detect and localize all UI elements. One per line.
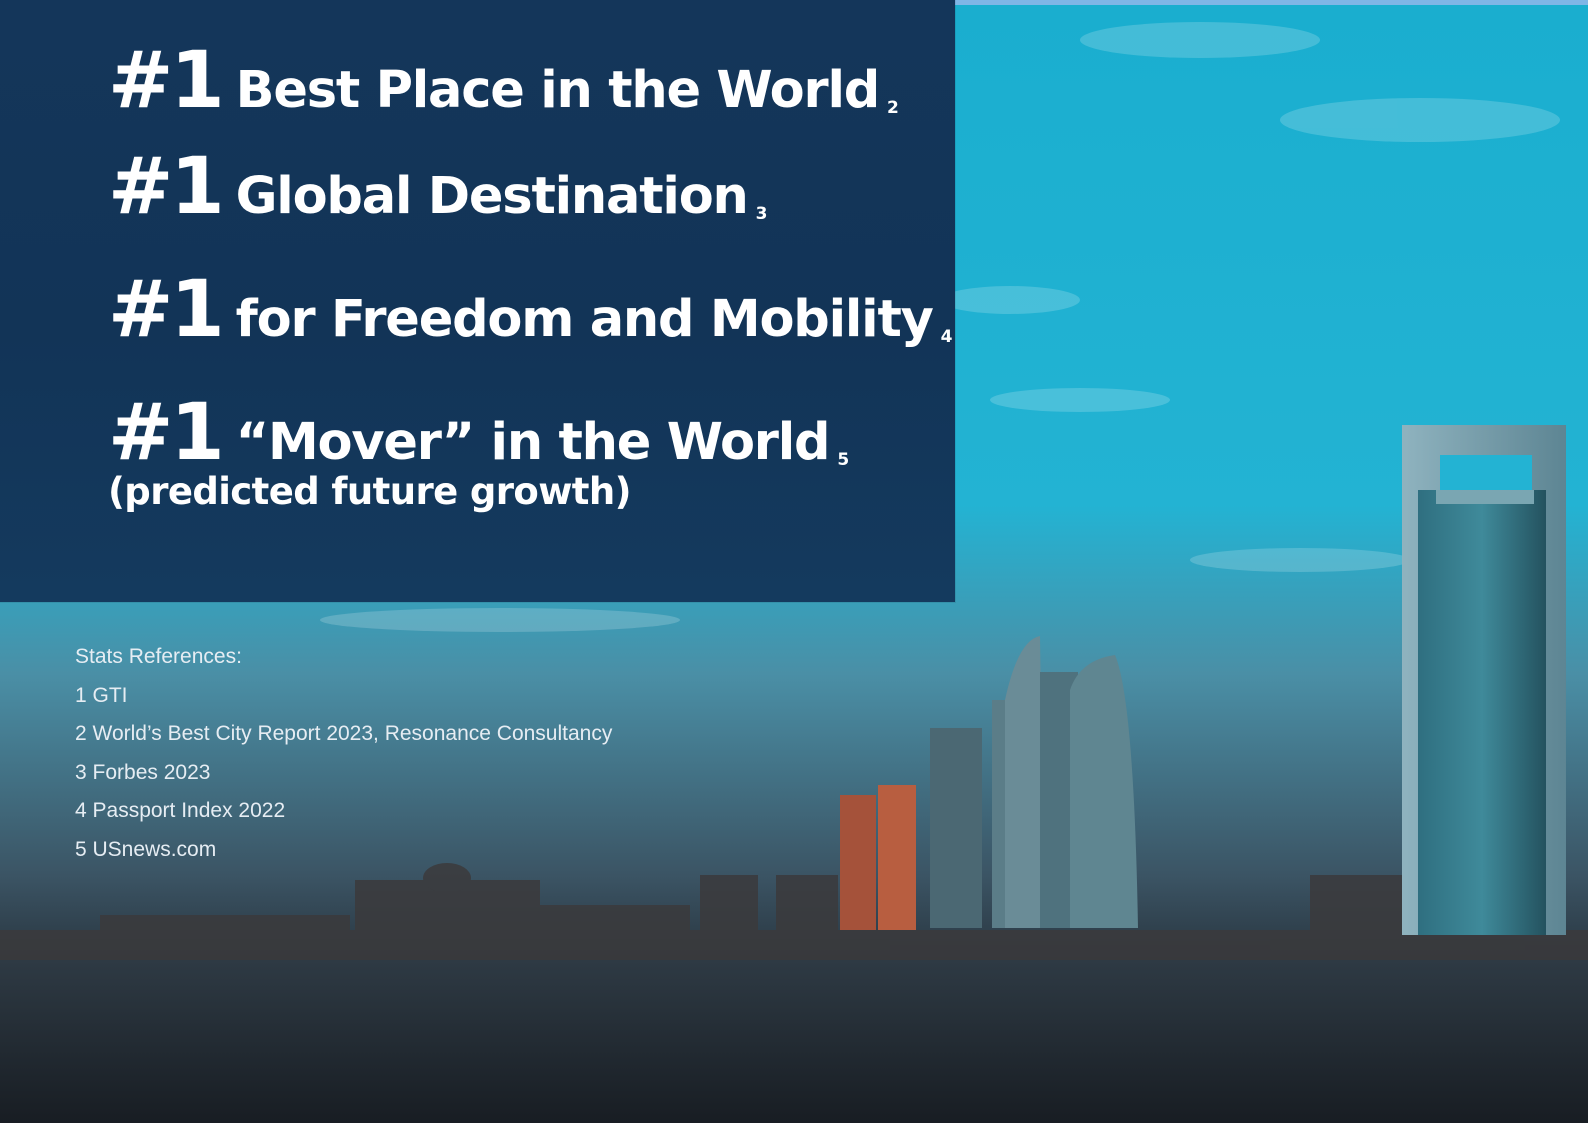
- stats-panel: #1 Best Place in the World 2 #1 Global Dest…: [0, 0, 955, 602]
- stat-mover: #1 “Mover” in the World 5: [108, 388, 849, 478]
- stat-rank: #1: [108, 142, 225, 232]
- stat-label: for Freedom and Mobility: [235, 290, 934, 349]
- stat-rank: #1: [108, 265, 225, 355]
- reference-item: 3 Forbes 2023: [75, 760, 211, 784]
- stat-label: Global Destination: [235, 167, 749, 226]
- stat-ref: 3: [755, 204, 768, 224]
- stat-rank: #1: [108, 36, 225, 126]
- stat-ref: 5: [837, 450, 850, 470]
- water: [0, 960, 1588, 1123]
- reference-item: 5 USnews.com: [75, 837, 217, 861]
- stat-freedom-mobility: #1 for Freedom and Mobility 4: [108, 265, 953, 355]
- reference-item: 4 Passport Index 2022: [75, 799, 286, 822]
- arch-tower: [1402, 425, 1566, 935]
- stat-label: Best Place in the World: [235, 61, 881, 120]
- stat-mover-subtitle: (predicted future growth): [108, 470, 632, 513]
- stat-rank: #1: [108, 388, 225, 478]
- references-title: Stats References:: [75, 645, 242, 668]
- red-towers: [840, 785, 916, 930]
- stat-global-destination: #1 Global Destination 3: [108, 142, 768, 232]
- stat-ref: 2: [887, 98, 899, 118]
- stat-label: “Mover” in the World: [235, 413, 831, 472]
- stat-best-place: #1 Best Place in the World 2: [108, 36, 899, 126]
- reference-item: 2 World’s Best City Report 2023, Resonan…: [75, 722, 613, 745]
- stat-ref: 4: [940, 327, 953, 347]
- reference-item: 1 GTI: [75, 683, 128, 707]
- stats-references: Stats References: 1 GTI 2 World’s Best C…: [75, 645, 612, 876]
